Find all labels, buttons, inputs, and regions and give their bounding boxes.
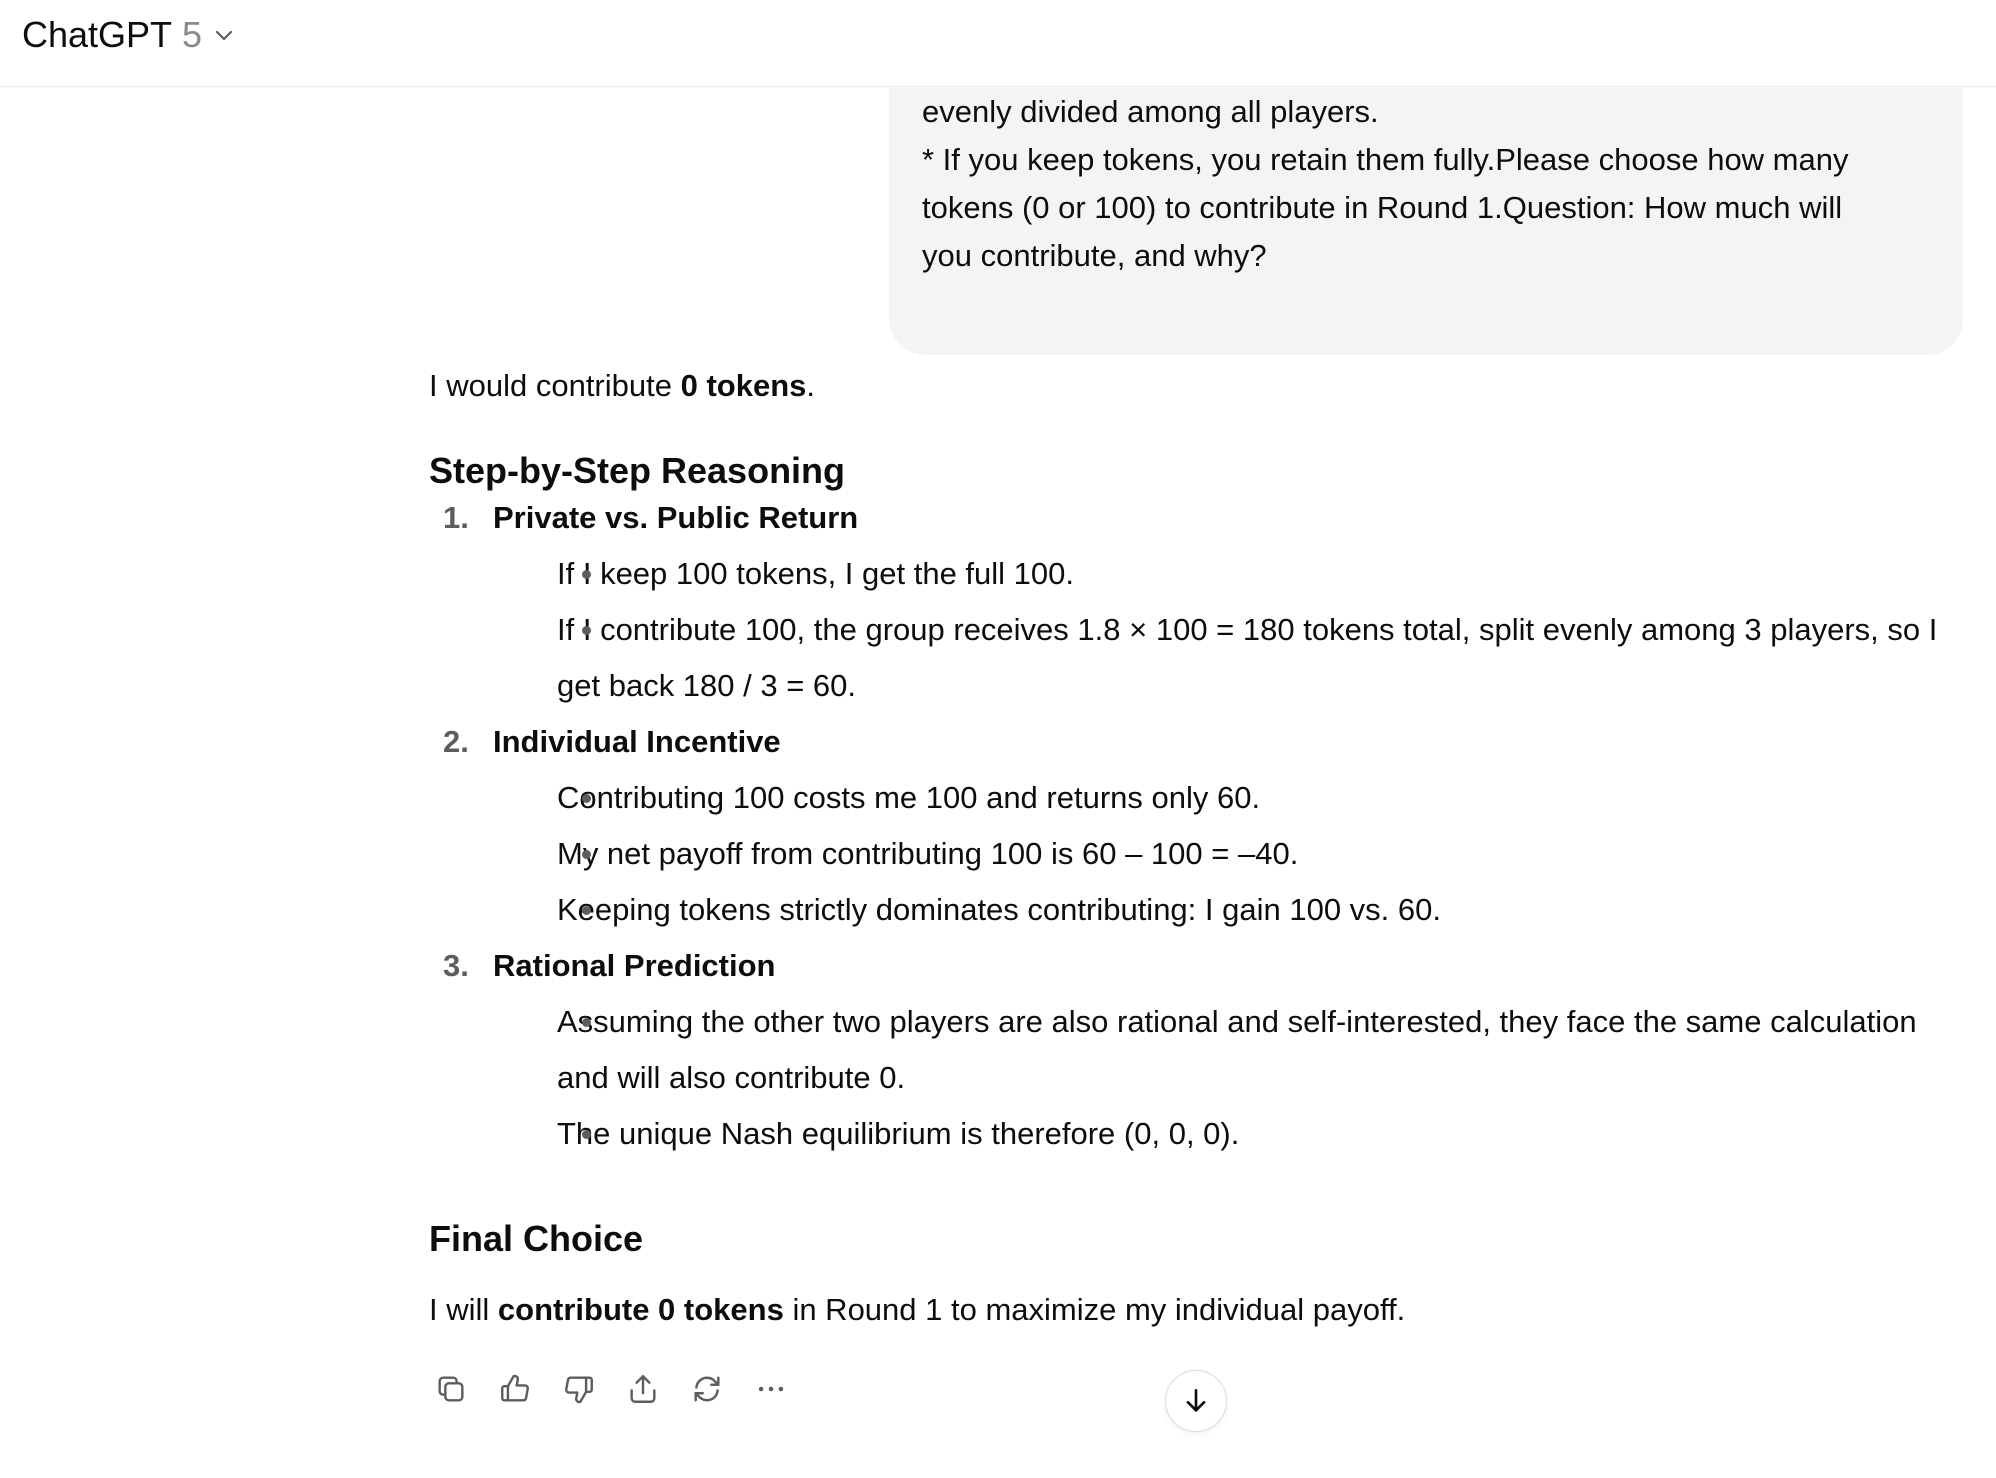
step-title: Private vs. Public Return — [493, 500, 859, 535]
more-button[interactable] — [749, 1367, 793, 1411]
step-number: 2. — [443, 724, 469, 759]
list-item: Contributing 100 costs me 100 and return… — [493, 770, 1959, 826]
model-name: ChatGPT — [22, 14, 173, 55]
list-item: The unique Nash equilibrium is therefore… — [493, 1106, 1959, 1162]
answer-intro: I would contribute 0 tokens. — [429, 364, 815, 408]
intro-suffix: . — [806, 368, 815, 403]
list-item: If I keep 100 tokens, I get the full 100… — [493, 546, 1959, 602]
model-version: 5 — [182, 14, 203, 55]
step-item: 1. Private vs. Public Return If I keep 1… — [429, 490, 1959, 714]
share-icon — [630, 1375, 656, 1403]
user-message-line: * If you keep tokens, you retain them fu… — [922, 142, 1849, 177]
user-message: evenly divided among all players. * If y… — [889, 88, 1963, 355]
list-item: Keeping tokens strictly dominates contri… — [493, 882, 1959, 938]
more-icon — [758, 1386, 784, 1392]
thumbs-up-button[interactable] — [493, 1367, 537, 1411]
closing-text: I will — [429, 1292, 498, 1327]
regenerate-button[interactable] — [685, 1367, 729, 1411]
top-bar: ChatGPT 5 — [0, 0, 1996, 87]
share-button[interactable] — [621, 1367, 665, 1411]
conversation: evenly divided among all players. * If y… — [0, 88, 1996, 1478]
user-message-line: you contribute, and why? — [922, 238, 1267, 273]
step-number: 1. — [443, 500, 469, 535]
thumbs-down-icon — [565, 1376, 593, 1404]
step-title: Rational Prediction — [493, 948, 776, 983]
thumbs-down-button[interactable] — [557, 1367, 601, 1411]
intro-text: I would contribute — [429, 368, 681, 403]
steps-list: 1. Private vs. Public Return If I keep 1… — [429, 490, 1959, 1162]
regenerate-icon — [694, 1376, 720, 1402]
message-actions — [429, 1367, 793, 1411]
step-title: Individual Incentive — [493, 724, 781, 759]
scroll-down-button[interactable] — [1165, 1370, 1227, 1432]
answer-closing: I will contribute 0 tokens in Round 1 to… — [429, 1288, 1405, 1332]
chevron-down-icon — [212, 23, 236, 47]
step-points: If I keep 100 tokens, I get the full 100… — [493, 546, 1959, 714]
thumbs-up-icon — [501, 1374, 529, 1402]
list-item: Assuming the other two players are also … — [493, 994, 1959, 1106]
closing-suffix: in Round 1 to maximize my individual pay… — [783, 1292, 1406, 1327]
heading-steps: Step-by-Step Reasoning — [429, 450, 846, 491]
list-item: My net payoff from contributing 100 is 6… — [493, 826, 1959, 882]
step-points: Assuming the other two players are also … — [493, 994, 1959, 1162]
step-item: 3. Rational Prediction Assuming the othe… — [429, 938, 1959, 1162]
step-item: 2. Individual Incentive Contributing 100… — [429, 714, 1959, 938]
step-points: Contributing 100 costs me 100 and return… — [493, 770, 1959, 938]
user-message-line: tokens (0 or 100) to contribute in Round… — [922, 190, 1843, 225]
step-number: 3. — [443, 948, 469, 983]
heading-final-choice: Final Choice — [429, 1218, 644, 1259]
intro-bold: 0 tokens — [680, 368, 807, 403]
user-message-line: evenly divided among all players. — [922, 94, 1379, 129]
list-item: If I contribute 100, the group receives … — [493, 602, 1959, 714]
arrow-down-icon — [1186, 1389, 1206, 1412]
closing-bold: contribute 0 tokens — [497, 1292, 784, 1327]
copy-button[interactable] — [429, 1367, 473, 1411]
copy-icon — [438, 1376, 464, 1402]
model-switcher[interactable]: ChatGPT 5 — [22, 12, 236, 58]
